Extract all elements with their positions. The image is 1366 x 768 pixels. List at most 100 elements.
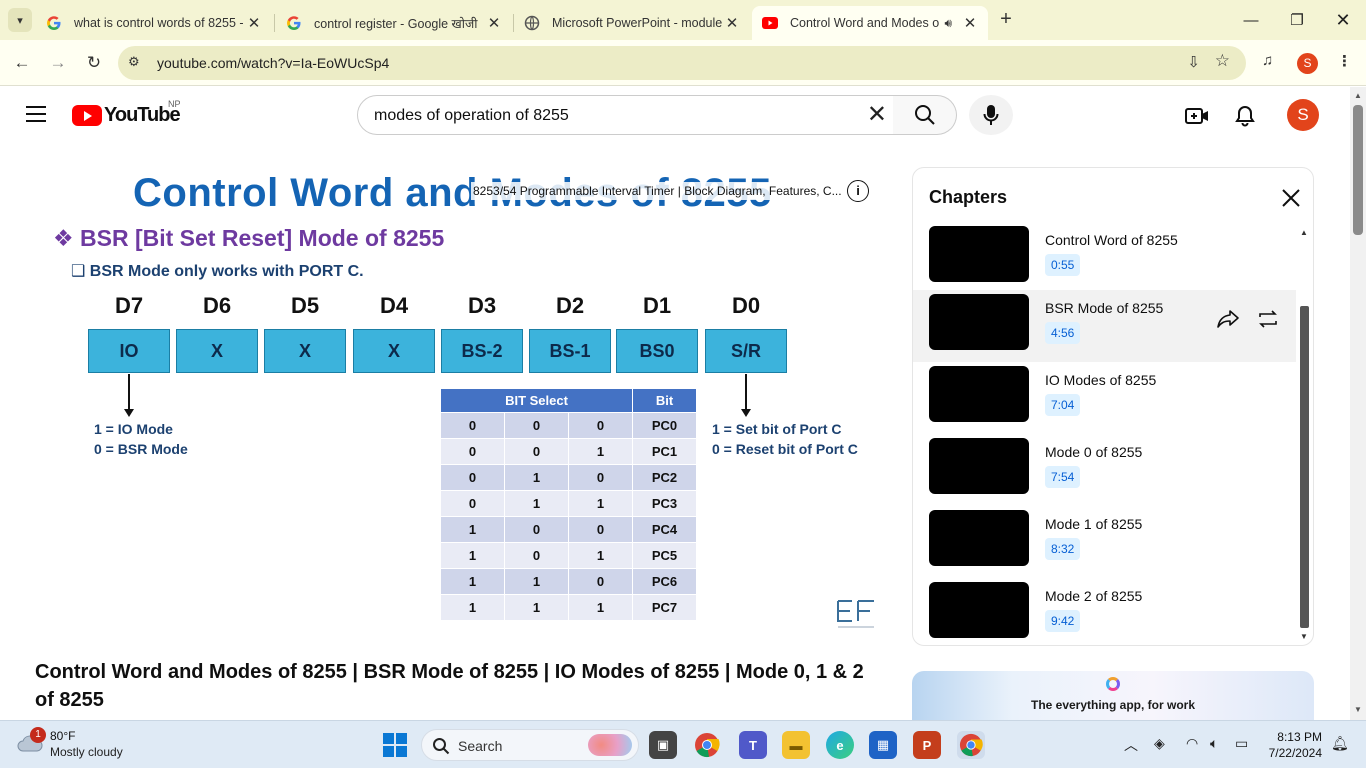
notification-bell-icon[interactable]: 🔔︎ — [1331, 735, 1349, 752]
chrome-app-icon[interactable] — [693, 731, 721, 759]
chapter-thumbnail[interactable] — [929, 582, 1029, 638]
chapters-heading: Chapters — [929, 187, 1008, 207]
chapter-thumbnail[interactable] — [929, 438, 1029, 494]
close-panel-icon[interactable] — [1279, 186, 1303, 210]
speaker-icon[interactable]: 🔊︎ — [944, 16, 952, 31]
chapter-title: BSR Mode of 8255 — [1045, 300, 1164, 316]
chapter-item[interactable]: Control Word of 8255 0:55 — [913, 226, 1296, 298]
search-button[interactable] — [893, 95, 957, 135]
tab-search-chevron-icon[interactable]: ▾ — [8, 8, 32, 32]
loop-icon[interactable] — [1256, 308, 1280, 330]
page-scrollbar[interactable]: ▲ ▼ — [1350, 87, 1366, 720]
network-status-icon[interactable]: ◈ — [1154, 735, 1165, 752]
search-value[interactable]: modes of operation of 8255 — [374, 107, 569, 125]
scroll-down-icon[interactable]: ▼ — [1354, 705, 1362, 714]
youtube-account-avatar[interactable]: S — [1287, 99, 1319, 131]
chapter-thumbnail[interactable] — [929, 366, 1029, 422]
address-bar[interactable]: ⚙︎ youtube.com/watch?v=Ia-EoWUcSp4 ⇩ ☆ — [118, 46, 1246, 80]
site-info-icon[interactable]: ⚙︎ — [128, 54, 140, 70]
youtube-logo[interactable]: YouTube NP — [72, 99, 181, 127]
table-row: 1 1 1 PC7 — [440, 594, 697, 621]
chrome-profile-avatar[interactable]: S — [1297, 53, 1318, 74]
voice-search-button[interactable] — [969, 95, 1013, 135]
taskbar-search[interactable]: Search — [421, 729, 639, 761]
minimize-icon[interactable]: — — [1228, 0, 1274, 40]
create-video-icon[interactable] — [1185, 104, 1209, 128]
install-app-icon[interactable]: ⇩ — [1187, 53, 1200, 71]
chapter-item[interactable]: Mode 1 of 8255 8:32 — [913, 510, 1296, 582]
country-code: NP — [168, 99, 181, 109]
window-close-icon[interactable]: ✕ — [1320, 0, 1366, 40]
chapter-timestamp[interactable]: 4:56 — [1045, 322, 1081, 344]
table-cell: 1 — [504, 464, 569, 491]
tab-3[interactable]: Microsoft PowerPoint - module ✕ — [514, 6, 750, 40]
chapters-panel: Chapters Control Word of 8255 0:55 BSR M… — [912, 167, 1314, 646]
volume-icon[interactable]: 🔈︎ — [1210, 735, 1218, 752]
scroll-up-icon[interactable]: ▲ — [1300, 228, 1308, 237]
chapter-item-current[interactable]: BSR Mode of 8255 4:56 — [913, 290, 1296, 362]
media-controls-icon[interactable]: ♫ — [1262, 52, 1273, 69]
file-explorer-icon[interactable]: ▬ — [782, 731, 810, 759]
notifications-bell-icon[interactable] — [1233, 104, 1257, 128]
url-text[interactable]: youtube.com/watch?v=Ia-EoWUcSp4 — [157, 55, 389, 71]
system-clock[interactable]: 8:13 PM 7/22/2024 — [1262, 729, 1322, 761]
chapter-timestamp[interactable]: 7:54 — [1045, 466, 1081, 488]
search-input[interactable]: modes of operation of 8255 ✕ — [357, 95, 894, 135]
reload-icon[interactable]: ↻ — [81, 50, 107, 76]
video-player[interactable]: Control Word and Modes of 8255 8253/54 P… — [35, 167, 877, 640]
bit-label: D7 — [114, 293, 144, 318]
chapter-title: Control Word of 8255 — [1045, 232, 1178, 248]
chapter-timestamp[interactable]: 8:32 — [1045, 538, 1081, 560]
chapters-scrollbar[interactable]: ▲ ▼ — [1298, 226, 1310, 645]
table-cell: 1 — [568, 542, 633, 569]
task-view-icon[interactable]: ▣ — [649, 731, 677, 759]
scrollbar-thumb[interactable] — [1353, 105, 1363, 235]
info-icon[interactable]: i — [847, 180, 869, 202]
search-label: Search — [458, 738, 503, 754]
close-icon[interactable]: ✕ — [486, 14, 502, 32]
youtube-header: YouTube NP modes of operation of 8255 ✕ … — [0, 87, 1350, 143]
tab-4-active[interactable]: Control Word and Modes o 🔊︎ ✕ — [752, 6, 988, 40]
clear-search-icon[interactable]: ✕ — [867, 103, 887, 127]
restore-icon[interactable]: ❐ — [1274, 0, 1320, 40]
scrollbar-thumb[interactable] — [1300, 306, 1309, 628]
teams-app-icon[interactable]: T — [739, 731, 767, 759]
close-icon[interactable]: ✕ — [246, 14, 262, 32]
chrome-active-app-icon[interactable] — [957, 731, 985, 759]
chapter-timestamp[interactable]: 9:42 — [1045, 610, 1081, 632]
show-hidden-icons-chevron-icon[interactable]: ︿ — [1124, 735, 1138, 755]
forward-arrow-icon[interactable]: → — [45, 50, 71, 76]
close-icon[interactable]: ✕ — [962, 14, 978, 32]
chapter-timestamp[interactable]: 7:04 — [1045, 394, 1081, 416]
video-title: Control Word and Modes of 8255 | BSR Mod… — [35, 661, 864, 711]
back-arrow-icon[interactable]: ← — [9, 50, 35, 76]
battery-icon[interactable]: ▭ — [1235, 735, 1248, 752]
hamburger-menu-icon[interactable] — [26, 106, 46, 122]
new-tab-plus-icon[interactable]: + — [994, 8, 1018, 32]
chapter-thumbnail[interactable] — [929, 294, 1029, 350]
tab-2[interactable]: control register - Google खोजी ✕ — [276, 6, 512, 40]
wifi-icon[interactable]: ◠ — [1186, 735, 1198, 752]
chapter-item[interactable]: Mode 2 of 8255 9:42 — [913, 582, 1296, 645]
tab-1[interactable]: what is control words of 8255 - ✕ — [36, 6, 272, 40]
windows-start-icon[interactable] — [383, 733, 407, 757]
video-overlay-title[interactable]: 8253/54 Programmable Interval Timer | Bl… — [471, 182, 844, 200]
scroll-down-icon[interactable]: ▼ — [1300, 632, 1308, 641]
chapter-title: IO Modes of 8255 — [1045, 372, 1157, 388]
edge-app-icon[interactable]: e — [826, 731, 854, 759]
chapter-item[interactable]: IO Modes of 8255 7:04 — [913, 366, 1296, 438]
chapter-thumbnail[interactable] — [929, 226, 1029, 282]
channel-watermark-logo[interactable] — [836, 599, 876, 631]
chapter-timestamp[interactable]: 0:55 — [1045, 254, 1081, 276]
close-icon[interactable]: ✕ — [724, 14, 740, 32]
scroll-up-icon[interactable]: ▲ — [1354, 91, 1362, 100]
store-app-icon[interactable]: ▦ — [869, 731, 897, 759]
chrome-menu-icon[interactable]: ⋮ — [1337, 52, 1352, 70]
powerpoint-app-icon[interactable]: P — [913, 731, 941, 759]
chapter-thumbnail[interactable] — [929, 510, 1029, 566]
ad-banner[interactable]: The everything app, for work — [912, 671, 1314, 721]
share-icon[interactable] — [1216, 308, 1240, 330]
bookmark-star-icon[interactable]: ☆ — [1215, 51, 1230, 71]
table-cell: 0 — [568, 516, 633, 543]
chapter-item[interactable]: Mode 0 of 8255 7:54 — [913, 438, 1296, 510]
